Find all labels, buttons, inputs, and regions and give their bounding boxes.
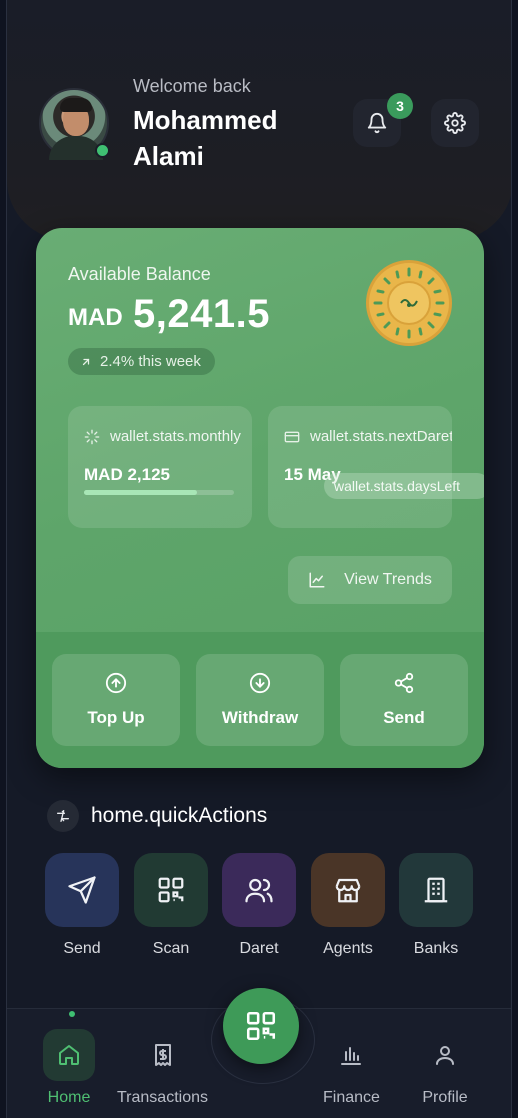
active-indicator-dot [69,1011,75,1017]
bar-chart-icon [341,1047,362,1065]
nav-home[interactable]: Home [43,1029,95,1107]
days-left-badge: wallet.stats.daysLeft [324,473,484,499]
qr-code-icon [246,1011,276,1041]
nav-transactions[interactable]: Transactions [117,1029,208,1107]
send-icon [68,876,96,904]
quick-action-agents[interactable] [311,853,385,927]
share-icon [394,672,414,694]
weekly-change-badge: 2.4% this week [68,348,215,375]
user-name: Mohammed Alami [133,105,278,171]
withdraw-button[interactable]: Withdraw [196,654,324,746]
credit-card-icon [284,431,300,442]
receipt-icon [154,1044,171,1066]
quick-action-daret[interactable] [222,853,296,927]
monthly-stat-value: MAD 2,125 [84,465,170,484]
welcome-text: Welcome back [133,76,251,96]
store-icon [335,878,361,903]
balance-currency: MAD [68,304,123,331]
bell-icon [367,113,387,134]
monthly-progress-bar [84,490,234,495]
nav-finance[interactable]: Finance [323,1029,380,1107]
nav-home-label: Home [47,1089,91,1106]
quick-action-scan[interactable] [134,853,208,927]
notification-badge: 3 [387,93,413,119]
nav-profile[interactable]: Profile [419,1029,471,1107]
bank-icon [424,877,448,903]
next-daret-label: wallet.stats.nextDaret [310,428,452,445]
app-screen: Welcome back Mohammed Alami 3 Available … [6,0,512,1118]
wallet-card: Available Balance MAD 5,241.5 2.4% this … [36,228,484,768]
arrow-up-circle-icon [105,672,127,694]
next-daret-stat-card[interactable]: wallet.stats.nextDaret 15 May [268,406,452,528]
quick-action-send[interactable] [45,853,119,927]
arrow-down-circle-icon [249,672,271,694]
users-icon [245,878,273,903]
quick-action-banks-label: Banks [413,940,459,957]
send-action-label: Send [383,708,425,727]
trending-up-arrow-icon [82,358,90,365]
quick-action-send-label: Send [63,940,101,957]
top-up-button[interactable]: Top Up [52,654,180,746]
qr-code-icon [158,877,184,903]
monthly-stat-label: wallet.stats.monthly [110,428,241,445]
home-icon [59,1045,79,1065]
gear-icon [444,112,466,134]
view-trends-button[interactable]: View Trends [288,556,452,604]
quick-action-scan-label: Scan [152,940,190,957]
loader-icon [84,429,100,444]
quick-action-agents-label: Agents [323,940,373,957]
zap-icon [47,800,79,832]
monthly-progress-fill [84,490,197,495]
weekly-change-text: 2.4% this week [100,353,201,370]
scan-qr-fab[interactable] [223,988,299,1064]
nav-finance-label: Finance [323,1089,380,1106]
user-icon [436,1046,454,1065]
top-up-label: Top Up [87,708,145,727]
balance-amount: 5,241.5 [133,292,270,336]
quick-action-daret-label: Daret [239,940,279,957]
nav-profile-label: Profile [422,1089,468,1106]
coin-icon [366,260,452,346]
view-trends-label: View Trends [344,571,432,588]
send-action-button[interactable]: Send [340,654,468,746]
quick-actions-header: home.quickActions [47,800,267,832]
nav-transactions-label: Transactions [117,1089,208,1106]
balance-label: Available Balance [68,264,211,284]
online-status-dot [95,143,110,158]
quick-actions-title: home.quickActions [91,804,268,827]
quick-action-banks[interactable] [399,853,473,927]
settings-button[interactable] [431,99,479,147]
line-chart-icon [309,572,325,588]
monthly-stat-card[interactable]: wallet.stats.monthly MAD 2,125 [68,406,252,528]
withdraw-label: Withdraw [221,708,299,727]
